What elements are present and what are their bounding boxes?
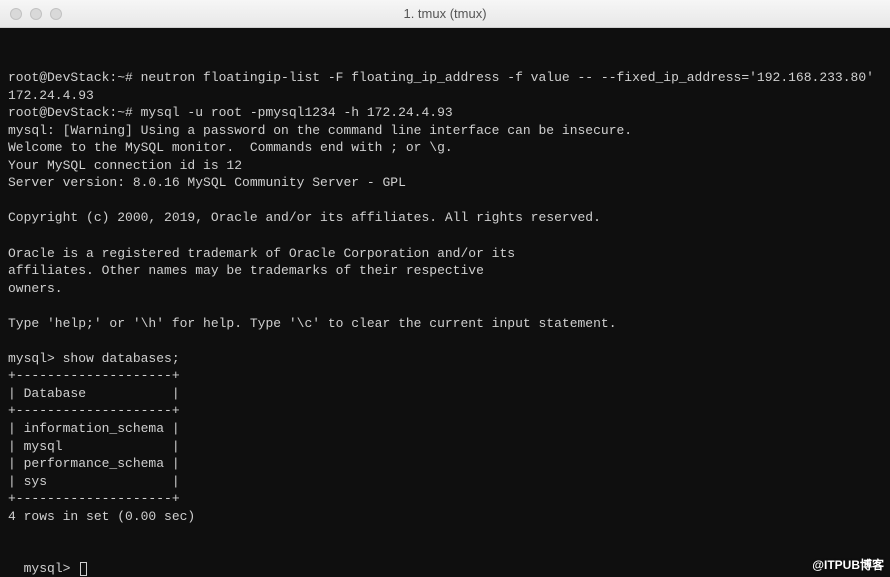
terminal-line: +--------------------+ xyxy=(8,367,882,385)
terminal-line: mysql> show databases; xyxy=(8,350,882,368)
terminal-line: | performance_schema | xyxy=(8,455,882,473)
terminal-line: Welcome to the MySQL monitor. Commands e… xyxy=(8,139,882,157)
terminal-line: Server version: 8.0.16 MySQL Community S… xyxy=(8,174,882,192)
terminal-prompt: mysql> xyxy=(24,561,71,576)
window-title: 1. tmux (tmux) xyxy=(403,5,486,23)
traffic-lights xyxy=(0,8,62,20)
terminal-line: Oracle is a registered trademark of Orac… xyxy=(8,245,882,263)
close-icon[interactable] xyxy=(10,8,22,20)
terminal-line xyxy=(8,525,882,543)
terminal-line xyxy=(8,192,882,210)
terminal-line: Copyright (c) 2000, 2019, Oracle and/or … xyxy=(8,209,882,227)
terminal-line: | sys | xyxy=(8,473,882,491)
terminal-line: Type 'help;' or '\h' for help. Type '\c'… xyxy=(8,315,882,333)
terminal-line: +--------------------+ xyxy=(8,490,882,508)
cursor-icon xyxy=(80,562,87,576)
terminal-line: root@DevStack:~# mysql -u root -pmysql12… xyxy=(8,104,882,122)
minimize-icon[interactable] xyxy=(30,8,42,20)
terminal-line: owners. xyxy=(8,280,882,298)
watermark: @ITPUB博客 xyxy=(812,557,884,573)
terminal-line: | information_schema | xyxy=(8,420,882,438)
zoom-icon[interactable] xyxy=(50,8,62,20)
terminal-line: +--------------------+ xyxy=(8,402,882,420)
window-titlebar: 1. tmux (tmux) xyxy=(0,0,890,28)
terminal-line: | mysql | xyxy=(8,438,882,456)
terminal-line: root@DevStack:~# neutron floatingip-list… xyxy=(8,69,882,87)
terminal-line: | Database | xyxy=(8,385,882,403)
terminal-output: root@DevStack:~# neutron floatingip-list… xyxy=(8,69,882,543)
terminal-line xyxy=(8,332,882,350)
terminal-line: Your MySQL connection id is 12 xyxy=(8,157,882,175)
terminal-pane[interactable]: root@DevStack:~# neutron floatingip-list… xyxy=(0,28,890,577)
terminal-line xyxy=(8,227,882,245)
terminal-line xyxy=(8,297,882,315)
terminal-line: 4 rows in set (0.00 sec) xyxy=(8,508,882,526)
terminal-line: 172.24.4.93 xyxy=(8,87,882,105)
terminal-line: mysql: [Warning] Using a password on the… xyxy=(8,122,882,140)
terminal-line: affiliates. Other names may be trademark… xyxy=(8,262,882,280)
